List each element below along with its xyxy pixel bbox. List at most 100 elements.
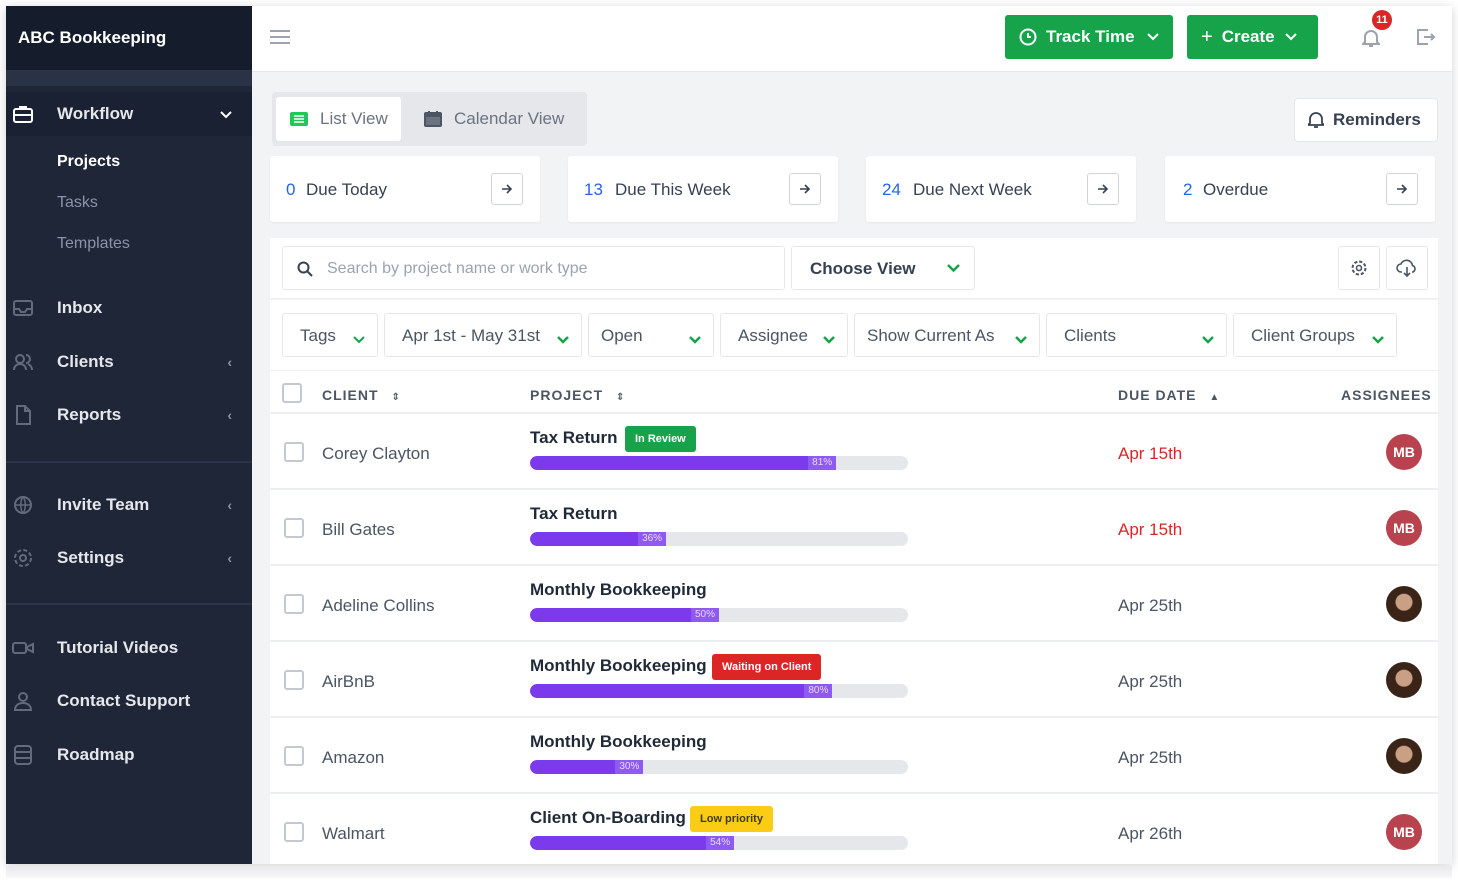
filter-show-current-as[interactable]: Show Current As bbox=[854, 313, 1040, 357]
column-due-date[interactable]: DUE DATE ▲ bbox=[1118, 387, 1220, 403]
filter-assignee[interactable]: Assignee bbox=[720, 313, 848, 357]
cloud-download-icon bbox=[1396, 259, 1418, 277]
choose-view-select[interactable]: Choose View bbox=[791, 246, 975, 290]
avatar[interactable] bbox=[1386, 662, 1422, 698]
summary-count: 0 bbox=[286, 180, 296, 199]
column-assignees: ASSIGNEES bbox=[1341, 387, 1432, 403]
filter-tags[interactable]: Tags bbox=[282, 313, 378, 357]
download-button[interactable] bbox=[1386, 246, 1428, 290]
row-checkbox[interactable] bbox=[284, 518, 304, 538]
column-client[interactable]: CLIENT ⇕ bbox=[322, 387, 401, 403]
notification-badge: 11 bbox=[1372, 10, 1392, 30]
avatar[interactable]: MB bbox=[1386, 510, 1422, 546]
arrow-right-icon[interactable] bbox=[1087, 173, 1119, 205]
summary-card-overdue[interactable]: 2 Overdue bbox=[1165, 156, 1435, 222]
sidebar-sub-templates[interactable]: Templates bbox=[57, 235, 130, 253]
project-name[interactable]: Tax Return bbox=[530, 504, 618, 524]
table-row[interactable]: Adeline Collins Monthly Bookkeeping 50% … bbox=[270, 566, 1438, 642]
tab-list-view[interactable]: List View bbox=[276, 97, 401, 141]
sidebar-item-label: Inbox bbox=[57, 298, 103, 317]
table-row[interactable]: Corey Clayton Tax Return In Review 81% A… bbox=[270, 414, 1438, 490]
sidebar-item-workflow[interactable]: Workflow bbox=[6, 92, 252, 136]
sidebar-item-settings[interactable]: Settings ‹ bbox=[6, 536, 252, 580]
sidebar-sub-projects[interactable]: Projects bbox=[57, 153, 120, 171]
project-name[interactable]: Monthly Bookkeeping bbox=[530, 656, 707, 676]
settings-button[interactable] bbox=[1338, 246, 1380, 290]
table-row[interactable]: Bill Gates Tax Return 36% Apr 15th MB bbox=[270, 490, 1438, 566]
chevron-left-icon: ‹ bbox=[227, 407, 232, 423]
chevron-down-icon bbox=[1015, 329, 1027, 349]
row-checkbox[interactable] bbox=[284, 442, 304, 462]
project-name[interactable]: Monthly Bookkeeping bbox=[530, 732, 707, 752]
table-row[interactable]: Walmart Client On-Boarding Low priority … bbox=[270, 794, 1438, 864]
avatar[interactable] bbox=[1386, 738, 1422, 774]
chevron-down-icon bbox=[1146, 33, 1159, 41]
arrow-right-icon[interactable] bbox=[491, 173, 523, 205]
filter-label: Assignee bbox=[738, 326, 808, 345]
sidebar-item-label: Reports bbox=[57, 405, 122, 424]
table-row[interactable]: AirBnB Monthly Bookkeeping Waiting on Cl… bbox=[270, 642, 1438, 718]
sidebar-item-clients[interactable]: Clients ‹ bbox=[6, 340, 252, 384]
filter-label: Clients bbox=[1064, 326, 1116, 345]
avatar[interactable]: MB bbox=[1386, 434, 1422, 470]
filter-label: Show Current As bbox=[867, 326, 995, 345]
main-content: List View Calendar View Reminders 0 Due … bbox=[252, 72, 1452, 864]
track-time-button[interactable]: Track Time bbox=[1005, 15, 1173, 59]
project-name[interactable]: Tax Return bbox=[530, 428, 618, 448]
sidebar-item-roadmap[interactable]: Roadmap bbox=[6, 733, 252, 777]
tab-label: List View bbox=[320, 109, 388, 128]
select-all-checkbox[interactable] bbox=[282, 383, 302, 403]
sidebar-item-tutorial-videos[interactable]: Tutorial Videos bbox=[6, 626, 252, 670]
column-project[interactable]: PROJECT ⇕ bbox=[530, 387, 625, 403]
logout-icon[interactable] bbox=[1416, 28, 1436, 51]
project-name[interactable]: Client On-Boarding bbox=[530, 808, 686, 828]
row-checkbox[interactable] bbox=[284, 594, 304, 614]
due-date: Apr 25th bbox=[1118, 672, 1183, 691]
sidebar-item-invite-team[interactable]: Invite Team ‹ bbox=[6, 483, 252, 527]
filter-date-range[interactable]: Apr 1st - May 31st bbox=[384, 313, 582, 357]
row-checkbox[interactable] bbox=[284, 670, 304, 690]
row-checkbox[interactable] bbox=[284, 746, 304, 766]
person-icon bbox=[12, 690, 34, 712]
globe-icon bbox=[12, 494, 34, 516]
menu-icon[interactable] bbox=[270, 30, 290, 48]
sidebar-item-label: Tutorial Videos bbox=[57, 638, 179, 657]
summary-card-due-next-week[interactable]: 24 Due Next Week bbox=[866, 156, 1136, 222]
sidebar-item-label: Settings bbox=[57, 548, 125, 567]
arrow-right-icon[interactable] bbox=[1386, 173, 1418, 205]
sidebar-item-contact-support[interactable]: Contact Support bbox=[6, 679, 252, 723]
filter-client-groups[interactable]: Client Groups bbox=[1233, 313, 1397, 357]
sort-icon: ⇕ bbox=[616, 392, 626, 403]
filter-status[interactable]: Open bbox=[588, 313, 714, 357]
table-row[interactable]: Amazon Monthly Bookkeeping 30% Apr 25th bbox=[270, 718, 1438, 794]
sidebar-item-reports[interactable]: Reports ‹ bbox=[6, 393, 252, 437]
chevron-down-icon bbox=[823, 329, 835, 349]
project-name[interactable]: Monthly Bookkeeping bbox=[530, 580, 707, 600]
search-icon bbox=[297, 261, 313, 282]
bell-icon bbox=[1308, 111, 1324, 129]
avatar[interactable]: MB bbox=[1386, 814, 1422, 850]
summary-card-due-today[interactable]: 0 Due Today bbox=[270, 156, 540, 222]
client-name: Adeline Collins bbox=[322, 596, 435, 615]
avatar[interactable] bbox=[1386, 586, 1422, 622]
sort-asc-icon: ▲ bbox=[1209, 392, 1221, 403]
bell-icon[interactable] bbox=[1360, 28, 1382, 53]
summary-label: Due Today bbox=[306, 180, 387, 199]
sidebar-item-inbox[interactable]: Inbox bbox=[6, 286, 252, 330]
arrow-right-icon[interactable] bbox=[789, 173, 821, 205]
sidebar-item-label: Invite Team bbox=[57, 495, 150, 514]
tab-calendar-view[interactable]: Calendar View bbox=[412, 97, 582, 141]
row-checkbox[interactable] bbox=[284, 822, 304, 842]
briefcase-icon bbox=[12, 103, 34, 125]
reminders-button[interactable]: Reminders bbox=[1294, 98, 1438, 142]
track-time-label: Track Time bbox=[1046, 27, 1135, 46]
status-badge: Waiting on Client bbox=[712, 654, 822, 680]
column-label: DUE DATE bbox=[1118, 387, 1197, 403]
filter-clients[interactable]: Clients bbox=[1046, 313, 1227, 357]
summary-label: Overdue bbox=[1203, 180, 1269, 199]
summary-card-due-this-week[interactable]: 13 Due This Week bbox=[568, 156, 838, 222]
search-input[interactable]: Search by project name or work type bbox=[282, 246, 785, 290]
sort-icon: ⇕ bbox=[391, 392, 401, 403]
sidebar-sub-tasks[interactable]: Tasks bbox=[57, 194, 98, 212]
create-button[interactable]: + Create bbox=[1187, 15, 1318, 59]
